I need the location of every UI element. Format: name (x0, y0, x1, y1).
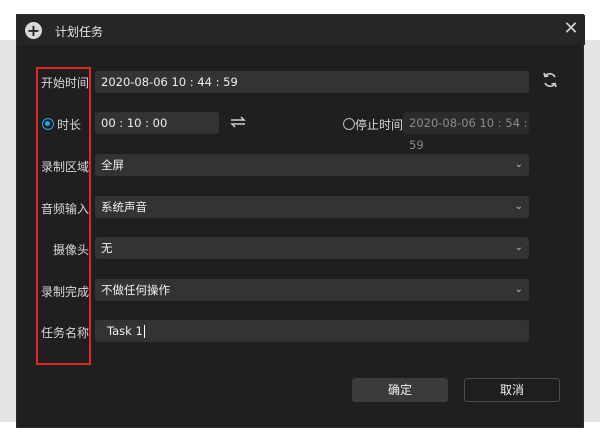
task-name-label: 任务名称 (40, 326, 89, 340)
camera-label: 摄像头 (52, 243, 89, 257)
start-time-input[interactable]: 2020-08-06 10 : 44 : 59 (95, 71, 529, 93)
chevron-down-icon: ⌄ (514, 242, 523, 253)
refresh-icon[interactable] (539, 71, 561, 93)
task-name-input[interactable]: Task 1 (95, 320, 529, 342)
close-icon[interactable]: ✕ (561, 19, 581, 39)
background-right (584, 40, 600, 422)
camera-value: 无 (101, 241, 113, 255)
text-caret (143, 325, 145, 338)
dialog-title: 计划任务 (55, 25, 104, 39)
titlebar: + 计划任务 ✕ (17, 15, 585, 45)
duration-input[interactable]: 00 : 10 : 00 (95, 112, 219, 134)
add-icon: + (25, 21, 42, 40)
record-area-label: 录制区域 (40, 160, 89, 174)
audio-input-label: 音频输入 (40, 202, 89, 216)
camera-select[interactable]: 无 ⌄ (95, 237, 529, 259)
record-area-value: 全屏 (101, 158, 124, 172)
schedule-task-dialog: + 计划任务 ✕ 开始时间 2020-08-06 10 : 44 : 59 时长… (16, 14, 585, 428)
chevron-down-icon: ⌄ (514, 201, 523, 212)
chevron-down-icon: ⌄ (514, 284, 523, 295)
task-name-value: Task 1 (107, 324, 143, 338)
on-complete-select[interactable]: 不做任何操作 ⌄ (95, 279, 529, 301)
chevron-down-icon: ⌄ (514, 159, 523, 170)
audio-input-value: 系统声音 (101, 200, 147, 214)
on-complete-label: 录制完成 (40, 285, 89, 299)
record-area-select[interactable]: 全屏 ⌄ (95, 154, 529, 176)
duration-label: 时长 (56, 118, 81, 132)
duration-value: 00 : 10 : 00 (101, 116, 168, 130)
swap-icon[interactable] (227, 114, 249, 132)
stop-time-input[interactable]: 2020-08-06 10 : 54 : 59 (403, 112, 529, 152)
on-complete-value: 不做任何操作 (101, 283, 170, 297)
ok-button[interactable]: 确定 (352, 378, 448, 402)
start-time-value: 2020-08-06 10 : 44 : 59 (101, 75, 238, 89)
start-time-label: 开始时间 (40, 76, 89, 90)
stop-time-value: 2020-08-06 10 : 54 : 59 (409, 116, 528, 152)
background-left (0, 40, 16, 422)
stop-time-label: 停止时间 (354, 118, 403, 132)
audio-input-select[interactable]: 系统声音 ⌄ (95, 196, 529, 218)
cancel-button[interactable]: 取消 (464, 378, 560, 402)
